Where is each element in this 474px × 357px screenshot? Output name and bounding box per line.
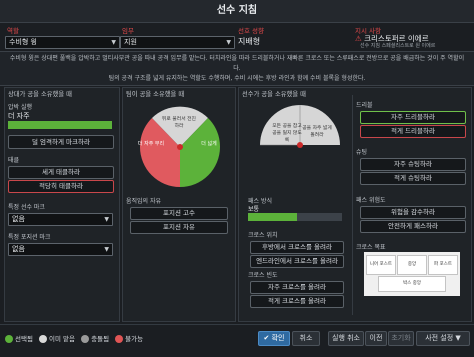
dribble-more-button[interactable]: 자주 드리블하라 (360, 111, 466, 124)
presets-button[interactable]: 사전 설정 ▼ (416, 331, 470, 346)
right-panel-divider (352, 95, 353, 315)
cross-frequency-label: 크로스 빈도 (248, 272, 278, 279)
window-title: 선수 지침 (0, 0, 474, 23)
mark-position-select[interactable]: 없음 ▼ (8, 243, 113, 256)
preferred-value: 지배형 (238, 37, 261, 46)
pie-label-hold: 모든 공을 잡고 공을 잃지 않도록 (272, 124, 302, 143)
mark-player-value: 없음 (12, 215, 25, 223)
pass-style-value: 보통 (248, 206, 260, 213)
instruction-sub: 선수 지침 스페셜리스트로 원 이에르 (360, 43, 436, 49)
role-description: 수비형 윙은 상대편 풀백을 압박하고 멀티사부관 공을 따내 공격 임무를 맡… (0, 51, 474, 86)
tackle-moderate-button[interactable]: 적당히 태클하라 (8, 180, 114, 193)
dribble-less-button[interactable]: 적게 드리블하라 (360, 125, 466, 138)
risky-pass-button[interactable]: 위험을 감수하라 (360, 206, 466, 219)
mark-player-label: 특정 선수 마크 (8, 204, 45, 211)
tackle-hard-button[interactable]: 세게 태클하라 (8, 166, 114, 179)
chevron-down-icon: ▼ (104, 216, 109, 223)
target-near-post[interactable]: 니어 포스트 (366, 255, 396, 275)
mark-position-value: 없음 (12, 245, 25, 253)
cross-byline-button[interactable]: 엔드라인에서 크로스를 올려라 (250, 255, 344, 268)
pass-style-fill (248, 213, 297, 221)
roam-position-button[interactable]: 포지션 자유 (130, 221, 228, 234)
pie-label-top: 뒤로 물러서 전진하라 (162, 117, 196, 129)
press-value: 더 자주 (8, 112, 30, 120)
hold-position-button[interactable]: 포지션 고수 (130, 207, 228, 220)
legend-unavailable-icon (115, 335, 124, 343)
cross-target-box[interactable]: 니어 포스트 중앙 파 포스트 박스 중앙 (364, 252, 460, 296)
cancel-button[interactable]: 취소 (292, 331, 320, 346)
chevron-down-icon: ▼ (104, 246, 109, 253)
legend-conflict-icon (81, 335, 90, 343)
shoot-label: 슈팅 (356, 149, 368, 156)
check-icon: ✔ (263, 334, 270, 342)
safe-pass-button[interactable]: 안전하게 패스하라 (360, 220, 466, 233)
press-level-bar[interactable] (8, 121, 112, 129)
reset-button[interactable]: 초기화 (388, 331, 414, 346)
panel-header-left: 상대가 공을 소유했을 때 (8, 91, 72, 98)
legend: 선택됨 이미 맡음 충돌됨 불가능 (5, 333, 143, 343)
dribble-label: 드리블 (356, 102, 373, 109)
pass-risk-label: 패스 위험도 (356, 197, 386, 204)
legend-already: 이미 맡음 (49, 335, 76, 343)
target-far-post[interactable]: 파 포스트 (428, 255, 458, 275)
shoot-more-button[interactable]: 자주 슈팅하라 (360, 158, 466, 171)
role-select[interactable]: 수비형 윙 ▼ (5, 36, 120, 49)
pass-style-track[interactable] (248, 213, 342, 221)
undo-button[interactable]: 실행 취소 (328, 331, 364, 346)
freedom-label: 움직임의 자유 (126, 198, 162, 205)
press-label: 압박 실행 (8, 104, 32, 111)
legend-unavailable: 불가능 (125, 335, 144, 343)
pie-label-right: 더 넓게 (201, 141, 217, 147)
confirm-label: 확인 (271, 334, 285, 342)
pie-label-wide: 공을 자주 넓게 돌려라 (302, 126, 332, 138)
prev-button[interactable]: 이전 (365, 331, 387, 346)
chevron-down-icon: ▼ (111, 39, 116, 46)
panel-header-right: 선수가 공을 소유했을 때 (242, 91, 306, 98)
chevron-down-icon: ▼ (226, 39, 231, 46)
duty-select[interactable]: 지원 ▼ (120, 36, 235, 49)
less-strict-mark-button[interactable]: 덜 엄격하게 마크하라 (8, 135, 114, 149)
description-line-1: 수비형 윙은 상대편 풀백을 압박하고 멀티사부관 공을 따내 공격 임무를 맡… (9, 55, 465, 72)
cross-position-label: 크로스 위치 (248, 232, 278, 239)
confirm-button[interactable]: ✔ 확인 (258, 331, 290, 346)
mark-position-label: 특정 포지션 마크 (8, 234, 51, 241)
chevron-down-icon: ▼ (455, 334, 461, 342)
cross-less-button[interactable]: 적게 크로스를 올려라 (250, 295, 344, 308)
legend-selected: 선택됨 (15, 335, 33, 343)
pie-wedge-bottom-right[interactable] (180, 147, 220, 187)
description-line-2: 팀의 공격 구조를 넓게 유지하는 역할도 수행하며, 수비 시에는 후방 라인… (108, 75, 366, 82)
cross-more-button[interactable]: 자주 크로스를 올려라 (250, 281, 344, 294)
duty-value: 지원 (124, 38, 137, 46)
mark-player-select[interactable]: 없음 ▼ (8, 213, 113, 226)
cross-early-button[interactable]: 후방에서 크로스를 올려라 (250, 241, 344, 254)
target-center[interactable]: 중앙 (397, 255, 427, 275)
cross-target-label: 크로스 목표 (356, 244, 386, 251)
tackle-label: 태클 (8, 157, 20, 164)
role-label: 역할 (7, 27, 19, 35)
preferred-label: 선호 성향 (238, 27, 264, 35)
panel-header-middle: 팀이 공을 소유했을 때 (126, 91, 185, 98)
legend-selected-icon (5, 335, 13, 343)
pie-center-dot (177, 144, 183, 150)
legend-already-icon (39, 335, 48, 343)
shoot-less-button[interactable]: 적게 슈팅하라 (360, 172, 466, 185)
presets-label: 사전 설정 (425, 334, 454, 342)
pie-wedge-bottom-left[interactable] (140, 147, 180, 187)
role-value: 수비형 윙 (9, 38, 37, 46)
duty-label: 임무 (122, 27, 134, 35)
target-box-center[interactable]: 박스 중앙 (378, 276, 446, 292)
legend-conflict: 충돌됨 (91, 335, 110, 343)
pie-label-left: 더 자주 무리 (137, 141, 165, 147)
